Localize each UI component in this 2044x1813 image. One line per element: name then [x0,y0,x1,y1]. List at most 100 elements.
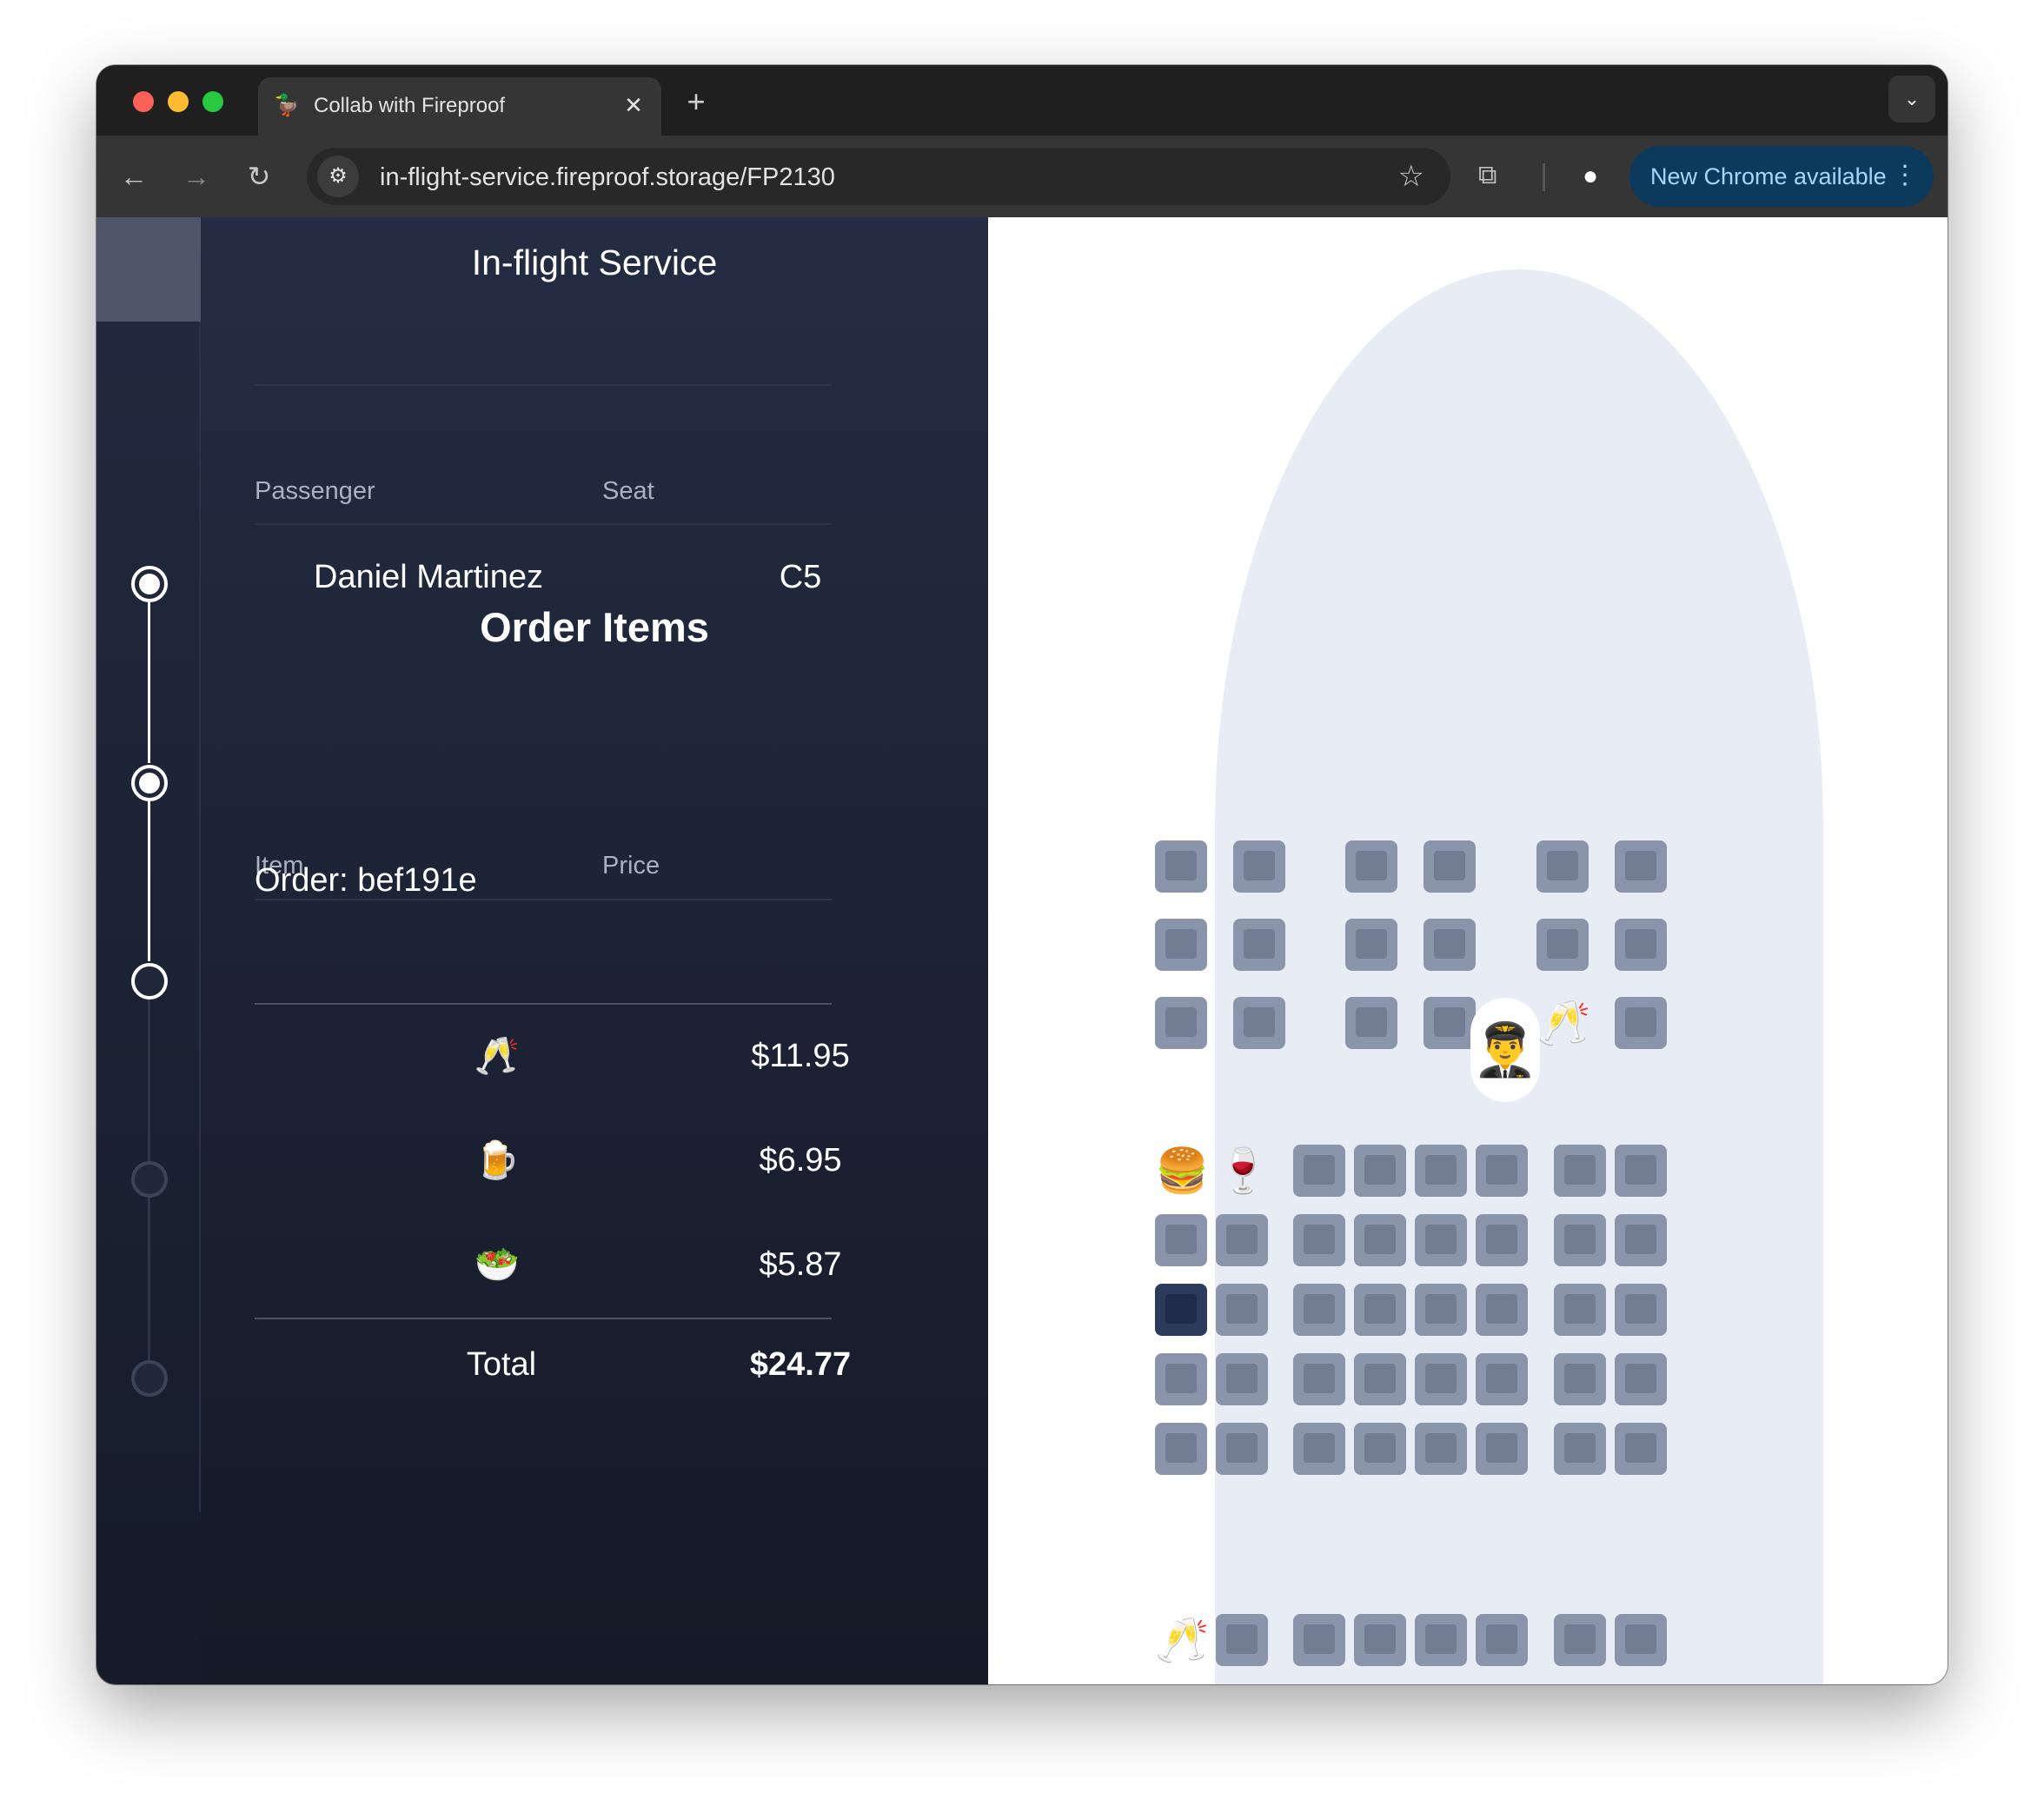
seat-first_class-r3-c1[interactable] [1155,997,1207,1049]
seat-cushion [1304,1155,1335,1185]
seat-rear-r1-c8[interactable] [1615,1614,1667,1666]
seat-cushion [1425,1624,1457,1654]
seat-economy-r2-c3[interactable] [1293,1214,1345,1266]
seat-first_class-r3-c5[interactable]: 🥂 [1536,997,1590,1049]
extensions-icon[interactable]: ⧉ [1478,155,1496,196]
seat-economy-r2-c7[interactable] [1554,1214,1606,1266]
seat-first_class-r3-c6[interactable] [1615,997,1667,1049]
seat-economy-r4-c4[interactable] [1354,1353,1406,1405]
close-tab-icon[interactable]: ✕ [620,91,647,119]
chrome-update-button[interactable]: New Chrome available ⋮ [1629,146,1934,207]
seat-economy-r1-c7[interactable] [1554,1145,1606,1197]
seat-first_class-r2-c4[interactable] [1424,919,1476,971]
seat-cushion [1304,1364,1335,1393]
seat-economy-r3-c3[interactable] [1293,1284,1345,1336]
total-label: Total [466,1346,537,1383]
seat-first_class-r2-c6[interactable] [1615,919,1667,971]
step-marker-4[interactable] [131,1161,168,1198]
seat-economy-r5-c6[interactable] [1476,1423,1528,1475]
seat-economy-r1-c3[interactable] [1293,1145,1345,1197]
minimize-window-button[interactable] [168,91,189,112]
seat-economy-r3-c5[interactable] [1415,1284,1467,1336]
seat-economy-r2-c4[interactable] [1354,1214,1406,1266]
maximize-window-button[interactable] [202,91,223,112]
new-tab-button[interactable]: + [679,84,713,119]
seat-first_class-r2-c5[interactable] [1536,919,1589,971]
seat-economy-r5-c3[interactable] [1293,1423,1345,1475]
seat-rear-r1-c5[interactable] [1415,1614,1467,1666]
beer-icon: 🍺 [474,1139,521,1180]
bookmark-star-icon[interactable]: ☆ [1398,158,1424,195]
site-info-icon[interactable]: ⚙ [317,156,359,197]
seat-first_class-r1-c1[interactable] [1155,840,1207,893]
seat-economy-r1-c5[interactable] [1415,1145,1467,1197]
seat-economy-r2-c5[interactable] [1415,1214,1467,1266]
seat-economy-r3-c7[interactable] [1554,1284,1606,1336]
seat-economy-r1-c6[interactable] [1476,1145,1528,1197]
seat-first_class-r3-c2[interactable] [1233,997,1285,1049]
seat-rear-r1-c4[interactable] [1354,1614,1406,1666]
seat-rear-r1-c1[interactable]: 🥂 [1155,1614,1209,1666]
seat-rear-r1-c3[interactable] [1293,1614,1345,1666]
seat-economy-r5-c7[interactable] [1554,1423,1606,1475]
seat-cushion [1625,1225,1656,1254]
step-marker-2[interactable] [131,765,168,801]
seat-economy-r1-c8[interactable] [1615,1145,1667,1197]
seat-first_class-r2-c1[interactable] [1155,919,1207,971]
seat-economy-r2-c8[interactable] [1615,1214,1667,1266]
seat-economy-r2-c1[interactable] [1155,1214,1207,1266]
seat-first_class-r3-c4[interactable] [1424,997,1476,1049]
flight-attendant-icon[interactable]: 👨‍✈️ [1470,998,1540,1102]
seat-first_class-r1-c4[interactable] [1424,840,1476,893]
seat-first_class-r1-c2[interactable] [1233,840,1285,893]
step-marker-5[interactable] [131,1360,168,1397]
back-button[interactable]: ← [114,156,154,196]
seat-economy-r3-c6[interactable] [1476,1284,1528,1336]
seat-economy-r3-c8[interactable] [1615,1284,1667,1336]
seat-rear-r1-c2[interactable] [1216,1614,1268,1666]
seat-first_class-r1-c3[interactable] [1345,840,1397,893]
seat-economy-r4-c7[interactable] [1554,1353,1606,1405]
tab-search-button[interactable]: ⌄ [1888,76,1935,123]
seat-economy-r1-c2[interactable]: 🍷 [1216,1145,1270,1197]
seat-economy-r2-c6[interactable] [1476,1214,1528,1266]
step-marker-3[interactable] [131,963,168,999]
seat-cushion [1486,1155,1517,1185]
seat-economy-r5-c4[interactable] [1354,1423,1406,1475]
seat-economy-r4-c2[interactable] [1216,1353,1268,1405]
seat-first_class-r2-c2[interactable] [1233,919,1285,971]
seat-economy-r2-c2[interactable] [1216,1214,1268,1266]
step-marker-1[interactable] [131,566,168,602]
seat-economy-r4-c1[interactable] [1155,1353,1207,1405]
reload-button[interactable]: ↻ [239,156,279,196]
seat-economy-r4-c6[interactable] [1476,1353,1528,1405]
seat-first_class-r3-c3[interactable] [1345,997,1397,1049]
url-text[interactable]: in-flight-service.fireproof.storage/FP21… [380,163,835,192]
seat-economy-r4-c8[interactable] [1615,1353,1667,1405]
seat-economy-r3-c4[interactable] [1354,1284,1406,1336]
seat-economy-r1-c1[interactable]: 🍔 [1155,1145,1209,1197]
seat-economy-r5-c2[interactable] [1216,1423,1268,1475]
seat-cushion [1364,1364,1396,1393]
seat-first_class-r1-c5[interactable] [1536,840,1589,893]
seat-economy-r3-c2[interactable] [1216,1284,1268,1336]
seat-cushion [1486,1433,1517,1463]
tab-collab-with-fireproof[interactable]: 🦆 Collab with Fireproof ✕ [258,77,661,136]
profile-avatar-icon[interactable]: ● [1570,156,1610,196]
seat-economy-r4-c5[interactable] [1415,1353,1467,1405]
seat-economy-r5-c5[interactable] [1415,1423,1467,1475]
seat-cushion [1564,1624,1596,1654]
seat-first_class-r1-c6[interactable] [1615,840,1667,893]
seat-first_class-r2-c3[interactable] [1345,919,1397,971]
seat-economy-r5-c8[interactable] [1615,1423,1667,1475]
address-bar[interactable]: ⚙ in-flight-service.fireproof.storage/FP… [307,148,1450,205]
seat-rear-r1-c7[interactable] [1554,1614,1606,1666]
forward-button[interactable]: → [176,156,216,196]
kebab-menu-icon[interactable]: ⋮ [1892,160,1918,191]
seat-economy-r5-c1[interactable] [1155,1423,1207,1475]
seat-rear-r1-c6[interactable] [1476,1614,1528,1666]
seat-economy-r4-c3[interactable] [1293,1353,1345,1405]
close-window-button[interactable] [133,91,154,112]
seat-economy-r3-c1[interactable] [1155,1284,1207,1336]
seat-economy-r1-c4[interactable] [1354,1145,1406,1197]
